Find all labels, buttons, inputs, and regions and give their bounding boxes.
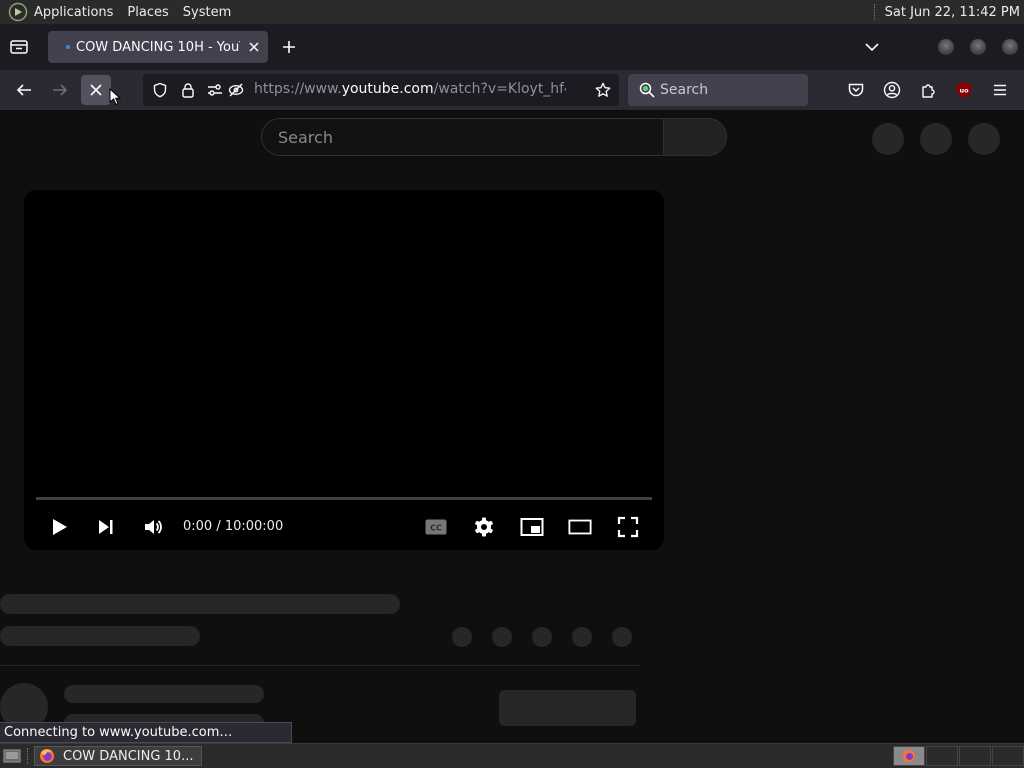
url-text[interactable]: https://www.youtube.com/watch?v=Kloyt_hf…: [254, 81, 566, 97]
taskbar-window-label: COW DANCING 10...: [63, 748, 194, 764]
desktop-top-panel: Applications Places System Sat Jun 22, 1…: [0, 0, 1024, 25]
tracking-blocked-icon[interactable]: [228, 82, 244, 98]
close-window-button[interactable]: [1002, 39, 1018, 55]
system-menu[interactable]: System: [183, 5, 231, 20]
next-video-icon[interactable]: [94, 515, 118, 539]
browser-search-bar[interactable]: Search: [628, 74, 808, 106]
workspace-2[interactable]: [926, 746, 958, 766]
forward-arrow-icon[interactable]: [48, 78, 72, 102]
panel-clock[interactable]: Sat Jun 22, 11:42 PM: [885, 5, 1020, 20]
workspace-3[interactable]: [959, 746, 991, 766]
header-placeholder-circle: [968, 123, 1000, 155]
workspace-4[interactable]: [992, 746, 1024, 766]
miniplayer-icon[interactable]: [520, 515, 544, 539]
youtube-search-button[interactable]: [663, 118, 727, 156]
minimize-window-button[interactable]: [938, 39, 954, 55]
taskbar-window-firefox[interactable]: COW DANCING 10...: [34, 746, 202, 766]
new-tab-icon[interactable]: [280, 38, 298, 56]
action-skeleton-dot: [452, 627, 472, 647]
header-placeholder-circle: [920, 123, 952, 155]
svg-text:uo: uo: [959, 86, 969, 94]
pocket-icon[interactable]: [846, 80, 866, 100]
loading-dot-icon: [66, 45, 70, 49]
play-icon[interactable]: [47, 515, 71, 539]
places-menu[interactable]: Places: [127, 5, 168, 20]
search-engine-icon: [638, 81, 656, 99]
action-skeleton-dot: [492, 627, 512, 647]
youtube-page: Search 0:00 / 10:00:00 CC: [0, 111, 1024, 743]
close-tab-icon[interactable]: [244, 37, 264, 57]
stop-loading-button[interactable]: [81, 75, 111, 105]
settings-gear-icon[interactable]: [472, 515, 496, 539]
workspace-1[interactable]: [893, 746, 925, 766]
subtitle-skeleton: [0, 626, 200, 646]
action-skeleton-dot: [532, 627, 552, 647]
hamburger-menu-icon[interactable]: [990, 80, 1010, 100]
lock-icon[interactable]: [180, 82, 196, 98]
distro-logo-icon[interactable]: [8, 2, 28, 22]
captions-icon[interactable]: CC: [424, 515, 448, 539]
status-panel: Connecting to www.youtube.com…: [0, 722, 292, 743]
browser-tab-strip: COW DANCING 10H - YouT: [0, 24, 1024, 70]
content-divider: [0, 665, 640, 666]
account-icon[interactable]: [882, 80, 902, 100]
bottom-taskbar: COW DANCING 10...: [0, 743, 1024, 768]
shield-icon[interactable]: [152, 82, 168, 98]
tab-youtube[interactable]: COW DANCING 10H - YouT: [48, 31, 268, 63]
title-skeleton: [0, 594, 400, 614]
youtube-search-placeholder: Search: [278, 128, 333, 147]
youtube-search-input[interactable]: Search: [261, 118, 663, 156]
header-placeholder-circle: [872, 123, 904, 155]
tab-title: COW DANCING 10H - YouT: [76, 39, 240, 55]
show-desktop-icon[interactable]: [2, 747, 22, 765]
browser-search-placeholder: Search: [660, 82, 709, 98]
permissions-icon[interactable]: [207, 82, 223, 98]
action-skeleton-dot: [572, 627, 592, 647]
firefox-icon: [39, 748, 55, 764]
theater-mode-icon[interactable]: [568, 515, 592, 539]
channel-name-skeleton: [64, 685, 264, 703]
workspace-firefox-icon: [903, 750, 915, 762]
chevron-down-icon[interactable]: [864, 40, 880, 54]
panel-handle: [873, 4, 879, 20]
video-player[interactable]: 0:00 / 10:00:00 CC: [24, 190, 664, 550]
bookmark-star-icon[interactable]: [595, 82, 611, 98]
maximize-window-button[interactable]: [970, 39, 986, 55]
url-domain: youtube.com: [341, 81, 434, 97]
ublock-origin-icon[interactable]: uo: [954, 80, 974, 100]
video-progress-bar[interactable]: [36, 497, 652, 500]
browser-nav-bar: https://www.youtube.com/watch?v=Kloyt_hf…: [0, 70, 1024, 111]
volume-icon[interactable]: [141, 515, 165, 539]
subscribe-skeleton: [499, 690, 636, 726]
tab-list-icon[interactable]: [8, 37, 30, 57]
video-time-display: 0:00 / 10:00:00: [183, 519, 284, 534]
fullscreen-icon[interactable]: [616, 515, 640, 539]
svg-text:CC: CC: [430, 524, 442, 533]
applications-menu[interactable]: Applications: [34, 5, 113, 20]
action-skeleton-dot: [612, 627, 632, 647]
url-bar[interactable]: https://www.youtube.com/watch?v=Kloyt_hf…: [143, 74, 619, 106]
mouse-cursor-icon: [109, 88, 121, 106]
close-icon: [90, 84, 102, 96]
taskbar-handle: [27, 748, 29, 764]
extensions-icon[interactable]: [919, 80, 939, 100]
back-arrow-icon[interactable]: [12, 78, 36, 102]
